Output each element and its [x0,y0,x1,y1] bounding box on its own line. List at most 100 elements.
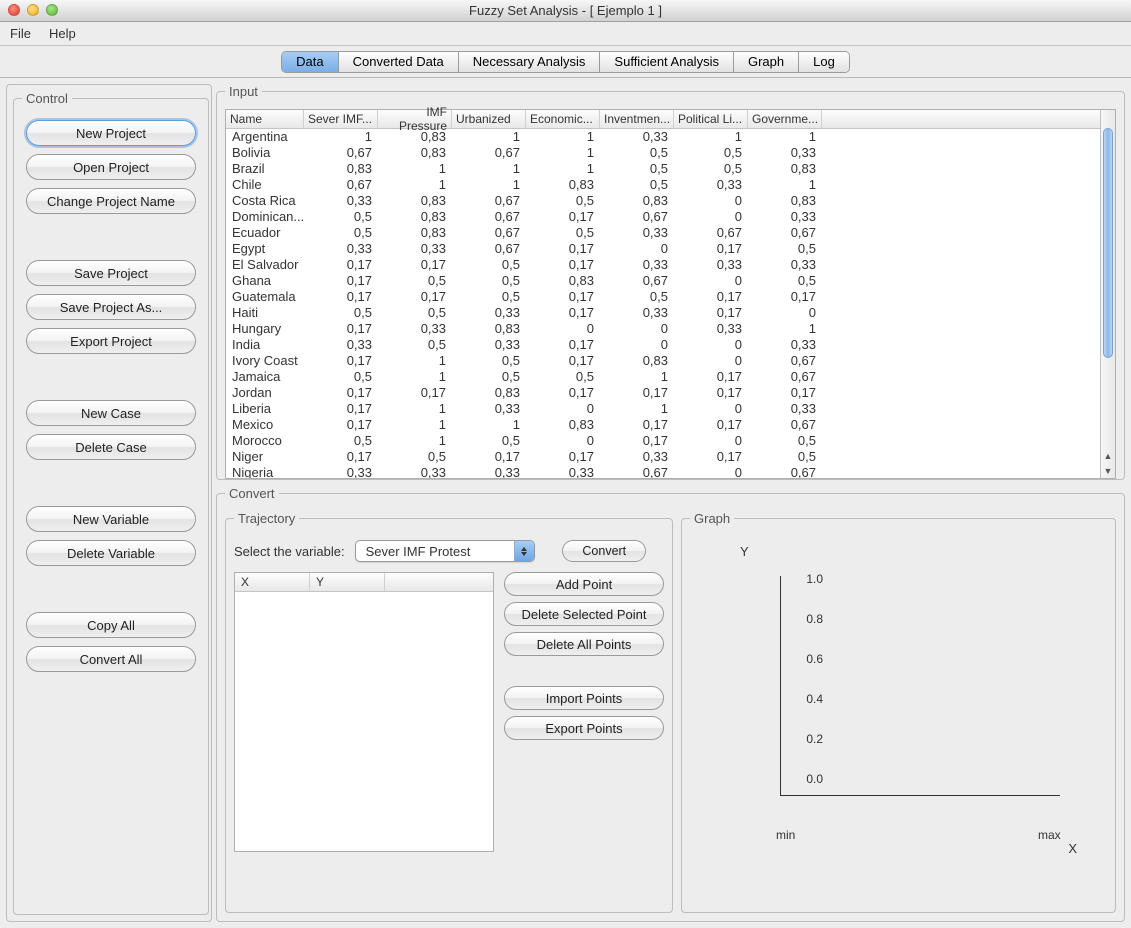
table-row[interactable]: Ecuador0,50,830,670,50,330,670,67 [226,225,1115,241]
row-value: 0,5 [452,433,526,449]
table-row[interactable]: Ivory Coast0,1710,50,170,8300,67 [226,353,1115,369]
row-value: 0,5 [526,369,600,385]
points-table[interactable]: X Y [234,572,494,852]
table-row[interactable]: Haiti0,50,50,330,170,330,170 [226,305,1115,321]
row-value: 1 [378,433,452,449]
scroll-up-icon[interactable]: ▲ [1101,448,1115,463]
tab-converted-data[interactable]: Converted Data [339,52,459,72]
minimize-icon[interactable] [27,4,39,16]
new-variable-button[interactable]: New Variable [26,506,196,532]
table-row[interactable]: Nigeria0,330,330,330,330,6700,67 [226,465,1115,478]
table-row[interactable]: Jordan0,170,170,830,170,170,170,17 [226,385,1115,401]
table-row[interactable]: Chile0,67110,830,50,331 [226,177,1115,193]
tab-sufficient-analysis[interactable]: Sufficient Analysis [600,52,734,72]
column-header[interactable]: Name [226,110,304,128]
row-value: 1 [452,177,526,193]
table-row[interactable]: Brazil0,831110,50,50,83 [226,161,1115,177]
change-project-name-button[interactable]: Change Project Name [26,188,196,214]
column-header[interactable]: Economic... [526,110,600,128]
save-project-as-button[interactable]: Save Project As... [26,294,196,320]
scroll-down-icon[interactable]: ▼ [1101,463,1115,478]
row-value: 0,83 [378,129,452,145]
open-project-button[interactable]: Open Project [26,154,196,180]
row-value: 0,33 [304,193,378,209]
import-points-button[interactable]: Import Points [504,686,664,710]
table-row[interactable]: El Salvador0,170,170,50,170,330,330,33 [226,257,1115,273]
row-value: 0,33 [748,337,822,353]
row-value: 0,5 [526,193,600,209]
menu-file[interactable]: File [10,26,31,41]
column-header[interactable]: IMF Pressure [378,110,452,128]
row-value: 0,33 [748,145,822,161]
input-legend: Input [225,84,262,99]
column-header[interactable]: Inventmen... [600,110,674,128]
save-project-button[interactable]: Save Project [26,260,196,286]
table-row[interactable]: Hungary0,170,330,83000,331 [226,321,1115,337]
column-header[interactable]: Political Li... [674,110,748,128]
convert-all-button[interactable]: Convert All [26,646,196,672]
input-table[interactable]: NameSever IMF...IMF PressureUrbanizedEco… [225,109,1116,479]
row-value: 0,5 [378,337,452,353]
delete-variable-button[interactable]: Delete Variable [26,540,196,566]
delete-selected-point-button[interactable]: Delete Selected Point [504,602,664,626]
column-header[interactable]: Governme... [748,110,822,128]
row-value: 0,33 [674,321,748,337]
table-row[interactable]: Egypt0,330,330,670,1700,170,5 [226,241,1115,257]
row-value: 0,33 [674,177,748,193]
row-value: 0,17 [304,385,378,401]
delete-all-points-button[interactable]: Delete All Points [504,632,664,656]
tab-graph[interactable]: Graph [734,52,799,72]
row-value: 0,5 [452,273,526,289]
export-project-button[interactable]: Export Project [26,328,196,354]
row-value: 0,17 [674,417,748,433]
table-row[interactable]: Bolivia0,670,830,6710,50,50,33 [226,145,1115,161]
row-value: 0,5 [378,305,452,321]
new-case-button[interactable]: New Case [26,400,196,426]
row-value: 0,5 [304,209,378,225]
row-value: 1 [526,161,600,177]
row-value: 0 [526,401,600,417]
convert-button[interactable]: Convert [562,540,646,562]
row-value: 1 [674,129,748,145]
row-value: 0,83 [378,193,452,209]
table-row[interactable]: Argentina10,83110,3311 [226,129,1115,145]
column-header[interactable]: Sever IMF... [304,110,378,128]
row-value: 0,5 [304,305,378,321]
export-points-button[interactable]: Export Points [504,716,664,740]
column-header[interactable]: Urbanized [452,110,526,128]
scrollbar-thumb[interactable] [1103,128,1113,358]
tab-data[interactable]: Data [282,52,338,72]
row-name: Niger [226,449,304,465]
row-value: 0,5 [452,257,526,273]
table-row[interactable]: Liberia0,1710,330100,33 [226,401,1115,417]
row-value: 0,33 [304,337,378,353]
table-row[interactable]: Costa Rica0,330,830,670,50,8300,83 [226,193,1115,209]
input-scrollbar[interactable]: ▲ ▼ [1100,110,1115,478]
table-row[interactable]: Niger0,170,50,170,170,330,170,5 [226,449,1115,465]
variable-select[interactable]: Sever IMF Protest [355,540,535,562]
select-variable-label: Select the variable: [234,544,345,559]
close-icon[interactable] [8,4,20,16]
row-value: 1 [526,129,600,145]
new-project-button[interactable]: New Project [26,120,196,146]
tab-log[interactable]: Log [799,52,849,72]
row-value: 0,17 [526,289,600,305]
table-row[interactable]: Jamaica0,510,50,510,170,67 [226,369,1115,385]
row-value: 0,33 [600,257,674,273]
table-row[interactable]: India0,330,50,330,17000,33 [226,337,1115,353]
add-point-button[interactable]: Add Point [504,572,664,596]
row-value: 0,17 [526,385,600,401]
menu-help[interactable]: Help [49,26,76,41]
row-value: 0,17 [674,449,748,465]
table-row[interactable]: Dominican...0,50,830,670,170,6700,33 [226,209,1115,225]
table-row[interactable]: Morocco0,510,500,1700,5 [226,433,1115,449]
row-value: 1 [378,417,452,433]
tab-necessary-analysis[interactable]: Necessary Analysis [459,52,601,72]
table-row[interactable]: Mexico0,17110,830,170,170,67 [226,417,1115,433]
row-value: 0,67 [748,465,822,478]
table-row[interactable]: Guatemala0,170,170,50,170,50,170,17 [226,289,1115,305]
table-row[interactable]: Ghana0,170,50,50,830,6700,5 [226,273,1115,289]
zoom-icon[interactable] [46,4,58,16]
copy-all-button[interactable]: Copy All [26,612,196,638]
delete-case-button[interactable]: Delete Case [26,434,196,460]
